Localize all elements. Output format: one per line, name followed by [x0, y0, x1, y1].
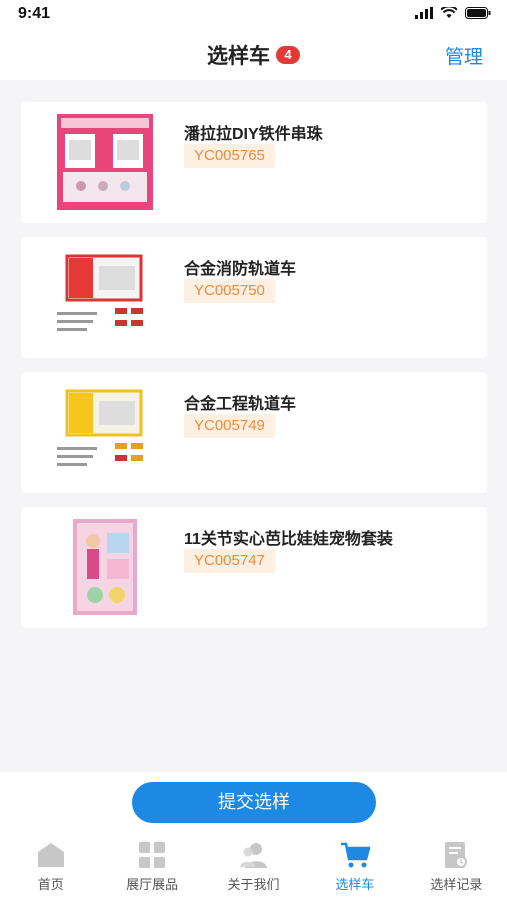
- product-code-tag: YC005747: [184, 549, 275, 573]
- cart-list: 潘拉拉DIY铁件串珠 YC005765 合金消防轨道车 YC005750 合金工…: [21, 102, 487, 642]
- manage-button[interactable]: 管理: [445, 42, 483, 69]
- product-image: [49, 249, 161, 345]
- tab-home[interactable]: 首页: [0, 834, 101, 900]
- home-icon: [36, 840, 66, 870]
- nav-bar: 选样车 4 管理: [0, 28, 507, 80]
- tab-about[interactable]: 关于我们: [203, 834, 304, 900]
- product-title: 合金消防轨道车: [184, 261, 297, 278]
- list-item[interactable]: 潘拉拉DIY铁件串珠 YC005765: [21, 102, 487, 223]
- list-item[interactable]: 合金工程轨道车 YC005749: [21, 372, 487, 493]
- page-title: 选样车 4: [0, 40, 507, 70]
- cart-count-badge: 4: [276, 46, 300, 64]
- page-title-text: 选样车: [207, 45, 270, 68]
- people-icon: [239, 840, 269, 870]
- product-code-tag: YC005765: [184, 144, 275, 168]
- product-code-tag: YC005749: [184, 414, 275, 438]
- status-bar: 9:41: [0, 0, 507, 28]
- product-image: [49, 384, 161, 480]
- product-code-tag: YC005750: [184, 279, 275, 303]
- tab-cart[interactable]: 选样车: [304, 834, 405, 900]
- battery-icon: [465, 7, 491, 19]
- tab-records[interactable]: 选样记录: [406, 834, 507, 900]
- status-icons: [415, 7, 491, 19]
- wifi-icon: [441, 7, 457, 18]
- cart-icon: [340, 840, 370, 870]
- submit-selection-button[interactable]: 提交选样: [132, 782, 376, 823]
- tab-showroom[interactable]: 展厅展品: [101, 834, 202, 900]
- list-item[interactable]: 合金消防轨道车 YC005750: [21, 237, 487, 358]
- tab-label: 选样车: [335, 877, 375, 892]
- product-title: 潘拉拉DIY铁件串珠: [184, 126, 323, 143]
- record-icon: [441, 840, 471, 870]
- product-image: [49, 519, 161, 615]
- tab-label: 选样记录: [430, 877, 483, 892]
- product-title: 合金工程轨道车: [184, 396, 297, 413]
- product-image: [49, 114, 161, 210]
- status-time: 9:41: [18, 5, 51, 22]
- list-item[interactable]: 11关节实心芭比娃娃宠物套装 YC005747: [21, 507, 487, 628]
- tab-bar: 首页 展厅展品 关于我们 选样车 选样记录: [0, 834, 507, 900]
- signal-icon: [415, 7, 433, 19]
- grid-icon: [137, 840, 167, 870]
- tab-label: 关于我们: [227, 877, 280, 892]
- tab-label: 展厅展品: [126, 877, 179, 892]
- tab-label: 首页: [37, 877, 64, 892]
- product-title: 11关节实心芭比娃娃宠物套装: [184, 531, 393, 548]
- footer: 提交选样 首页 展厅展品 关于我们 选样车 选样记录: [0, 772, 507, 900]
